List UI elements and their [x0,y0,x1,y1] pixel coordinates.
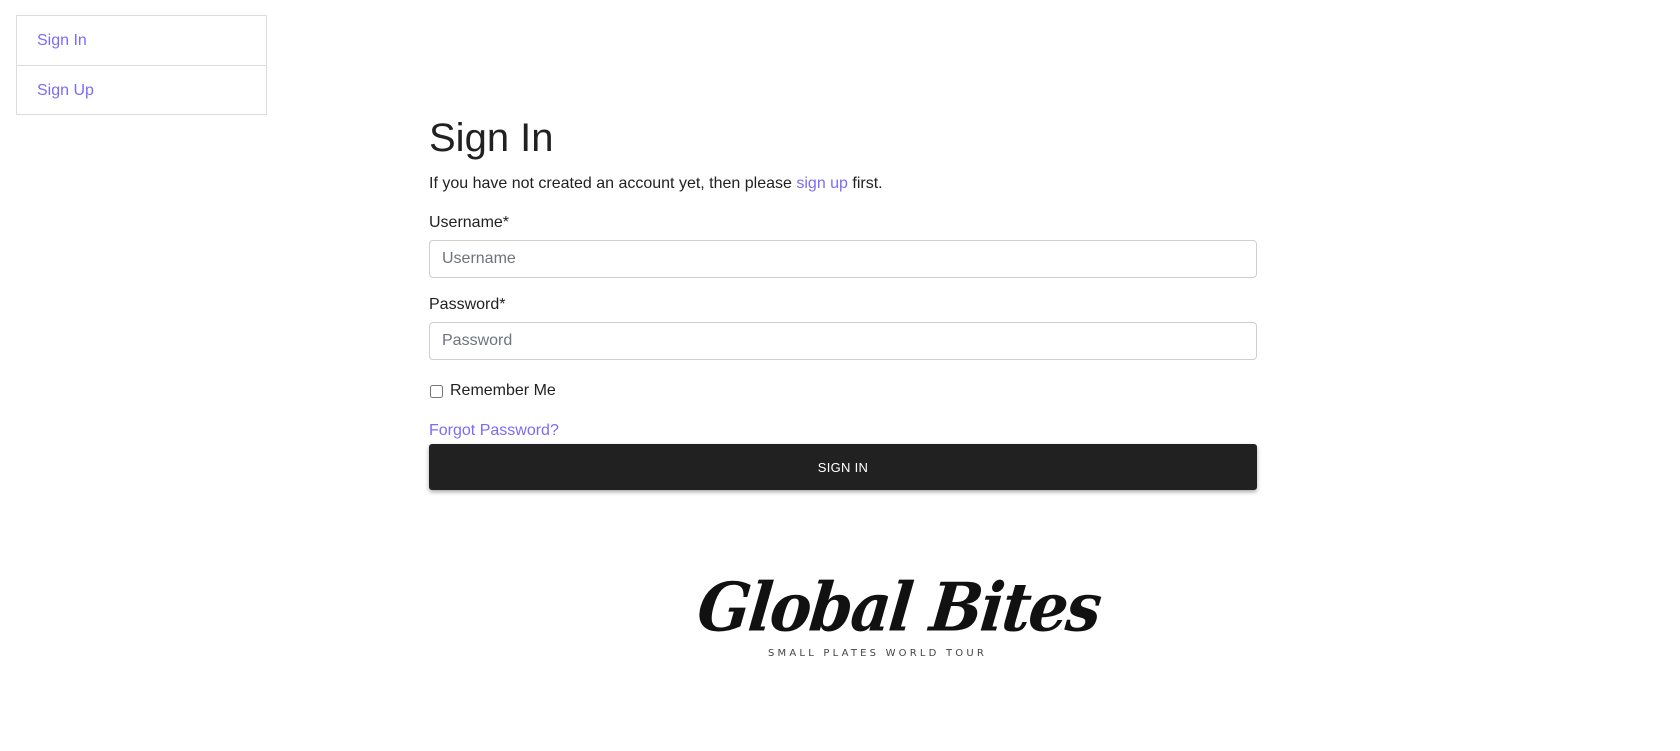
forgot-password-link[interactable]: Forgot Password? [429,419,559,443]
password-input[interactable] [429,322,1257,360]
signup-link[interactable]: sign up [796,175,848,192]
remember-me-row: Remember Me [429,379,1257,403]
signup-hint-prefix: If you have not created an account yet, … [429,175,797,192]
global-bites-logo: Global Bites SMALL PLATES WORLD TOUR [694,568,1104,664]
sign-in-button[interactable]: SIGN IN [429,444,1257,490]
logo-tagline: SMALL PLATES WORLD TOUR [768,648,987,659]
username-label: Username* [429,214,510,231]
remember-me-checkbox[interactable] [430,384,443,398]
password-label: Password* [429,296,506,313]
remember-me-label: Remember Me [450,382,556,399]
sidebar-nav: Sign In Sign Up [16,15,267,115]
page-title: Sign In [429,116,554,160]
sidebar-item-sign-in[interactable]: Sign In [17,16,266,65]
sidebar-item-sign-up[interactable]: Sign Up [17,65,266,114]
signup-hint: If you have not created an account yet, … [429,172,1257,196]
signup-hint-suffix: first. [847,175,883,192]
logo-wordmark: Global Bites [693,568,1104,647]
page: Sign In Sign Up Sign In If you have not … [0,0,1680,751]
signin-form: Sign In If you have not created an accou… [429,108,1257,490]
username-input[interactable] [429,240,1257,278]
